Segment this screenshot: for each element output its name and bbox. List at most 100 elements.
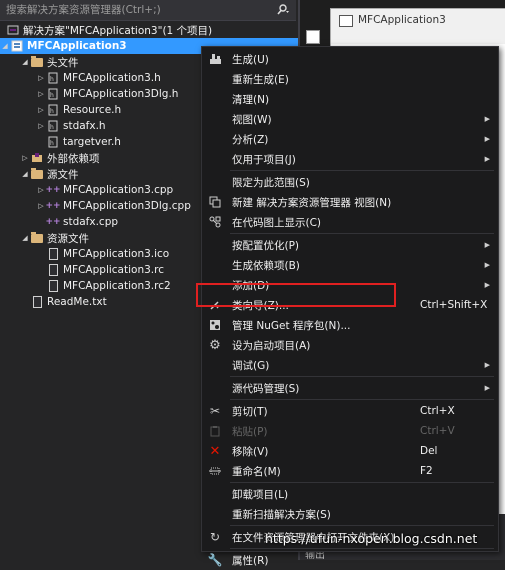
rename-icon <box>208 464 222 478</box>
open-folder-icon: ↻ <box>209 530 221 544</box>
menu-item[interactable]: ✕ 移除(V) Del <box>202 441 498 461</box>
search-input[interactable] <box>0 4 270 16</box>
menu-item-label: 剪切(T) <box>232 405 268 418</box>
tree-item-label: stdafx.h <box>63 120 106 132</box>
tree-item-label: MFCApplication3.cpp <box>63 184 174 196</box>
resource-file-icon <box>46 247 60 261</box>
tree-item-label: ReadMe.txt <box>47 296 107 308</box>
tree-item-label: 解决方案"MFCApplication3"(1 个项目) <box>23 24 213 37</box>
menu-separator <box>230 233 494 234</box>
tree-item-solution[interactable]: 解决方案"MFCApplication3"(1 个项目) <box>0 22 298 38</box>
menu-item[interactable]: 在代码图上显示(C) <box>202 212 498 232</box>
submenu-arrow-icon: ▶ <box>484 135 490 143</box>
menu-item[interactable]: 仅用于项目(J) ▶ <box>202 149 498 169</box>
tree-item-label: 资源文件 <box>47 232 89 245</box>
tree-item-label: MFCApplication3.rc <box>63 264 164 276</box>
menu-item[interactable]: ✂ 剪切(T) Ctrl+X <box>202 401 498 421</box>
menu-item[interactable]: 限定为此范围(S) <box>202 172 498 192</box>
expanded-arrow-icon[interactable]: ◢ <box>20 166 30 182</box>
menu-item[interactable]: 源代码管理(S) ▶ <box>202 378 498 398</box>
submenu-arrow-icon: ▶ <box>484 281 490 289</box>
collapsed-arrow-icon[interactable]: ▷ <box>36 102 46 118</box>
menu-item[interactable]: ⚙ 设为启动项目(A) <box>202 335 498 355</box>
menu-shortcut: Del <box>420 445 438 457</box>
menu-separator <box>230 376 494 377</box>
menu-item[interactable]: 清理(N) <box>202 89 498 109</box>
tree-item-label: stdafx.cpp <box>63 216 119 228</box>
menu-item-label: 视图(W) <box>232 113 272 126</box>
menu-item[interactable]: 视图(W) ▶ <box>202 109 498 129</box>
cpp-file-icon: ++ <box>45 185 61 195</box>
tree-item-label: 外部依赖项 <box>47 152 100 165</box>
menu-item-label: 清理(N) <box>232 93 270 106</box>
toolbox-widget <box>306 30 320 44</box>
tree-item-label: targetver.h <box>63 136 121 148</box>
menu-item[interactable]: 按配置优化(P) ▶ <box>202 235 498 255</box>
properties-icon: 🔧 <box>207 553 223 567</box>
startup-gear-icon: ⚙ <box>209 337 221 353</box>
menu-item-label: 移除(V) <box>232 445 269 458</box>
menu-item-label: 生成依赖项(B) <box>232 259 300 272</box>
submenu-arrow-icon: ▶ <box>484 155 490 163</box>
svg-text:h: h <box>50 140 54 147</box>
project-icon <box>10 39 24 53</box>
folder-icon <box>30 231 44 245</box>
menu-item[interactable]: 🔧 属性(R) <box>202 550 498 570</box>
menu-item-label: 按配置优化(P) <box>232 239 300 252</box>
menu-item[interactable]: 分析(Z) ▶ <box>202 129 498 149</box>
dialog-preview-titlebar: MFCApplication3 <box>330 8 505 46</box>
submenu-arrow-icon: ▶ <box>484 361 490 369</box>
solution-icon <box>6 23 20 37</box>
svg-text:h: h <box>50 108 54 115</box>
svg-text:h: h <box>50 92 54 99</box>
menu-item-label: 卸载项目(L) <box>232 488 289 501</box>
menu-item-label: 调试(G) <box>232 359 270 372</box>
menu-shortcut: Ctrl+V <box>420 425 455 437</box>
menu-item-label: 重新扫描解决方案(S) <box>232 508 331 521</box>
collapsed-arrow-icon[interactable]: ▷ <box>20 150 30 166</box>
menu-item[interactable]: 重新生成(E) <box>202 69 498 89</box>
expanded-arrow-icon[interactable]: ◢ <box>20 230 30 246</box>
expanded-arrow-icon[interactable]: ◢ <box>20 54 30 70</box>
menu-item[interactable]: 卸载项目(L) <box>202 484 498 504</box>
menu-item: 粘贴(P) Ctrl+V <box>202 421 498 441</box>
menu-separator <box>230 548 494 549</box>
collapsed-arrow-icon[interactable]: ▷ <box>36 70 46 86</box>
collapsed-arrow-icon[interactable]: ▷ <box>36 86 46 102</box>
menu-item-label: 在代码图上显示(C) <box>232 216 322 229</box>
submenu-arrow-icon: ▶ <box>484 384 490 392</box>
menu-item[interactable]: 新建 解决方案资源管理器 视图(N) <box>202 192 498 212</box>
menu-item[interactable]: 生成依赖项(B) ▶ <box>202 255 498 275</box>
menu-item[interactable]: 重命名(M) F2 <box>202 461 498 481</box>
header-file-icon: h <box>46 119 60 133</box>
menu-item[interactable]: 生成(U) <box>202 49 498 69</box>
code-map-icon <box>208 215 222 229</box>
menu-item[interactable]: 调试(G) ▶ <box>202 355 498 375</box>
menu-shortcut: F2 <box>420 465 433 477</box>
menu-item-label: 属性(R) <box>232 554 269 567</box>
menu-item[interactable]: 管理 NuGet 程序包(N)... <box>202 315 498 335</box>
highlight-box <box>196 283 396 307</box>
build-icon <box>208 52 222 66</box>
menu-item-label: 设为启动项目(A) <box>232 339 311 352</box>
cut-icon: ✂ <box>209 404 221 418</box>
menu-item[interactable]: 重新扫描解决方案(S) <box>202 504 498 524</box>
menu-item-label: 源代码管理(S) <box>232 382 300 395</box>
new-view-icon <box>208 195 222 209</box>
collapsed-arrow-icon[interactable]: ▷ <box>36 118 46 134</box>
submenu-arrow-icon: ▶ <box>484 261 490 269</box>
menu-item-label: 新建 解决方案资源管理器 视图(N) <box>232 196 392 209</box>
search-icon[interactable] <box>270 0 296 20</box>
header-file-icon: h <box>46 71 60 85</box>
nuget-icon <box>208 318 222 332</box>
submenu-arrow-icon: ▶ <box>484 115 490 123</box>
watermark: https://ufun-nxopen.blog.csdn.net <box>265 531 478 546</box>
menu-separator <box>230 482 494 483</box>
expanded-arrow-icon[interactable]: ◢ <box>0 38 10 54</box>
resource-file-icon <box>46 279 60 293</box>
menu-item-label: 重命名(M) <box>232 465 281 478</box>
dependencies-icon <box>30 151 44 165</box>
folder-icon <box>30 55 44 69</box>
folder-icon <box>30 167 44 181</box>
menu-shortcut: Ctrl+X <box>420 405 455 417</box>
